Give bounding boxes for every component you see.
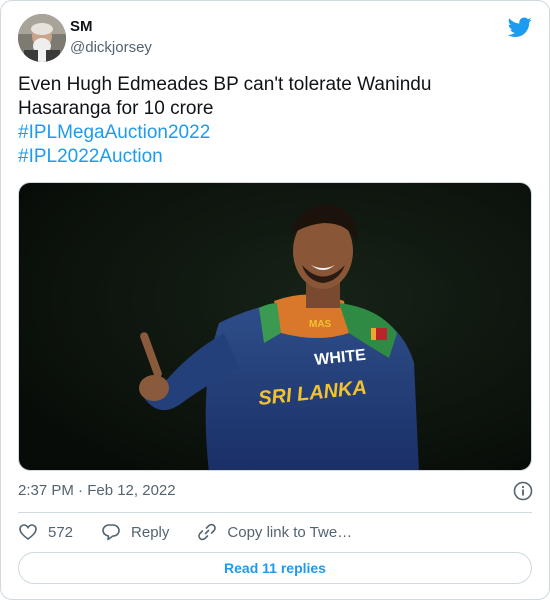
tweet-text-line: Even Hugh Edmeades BP can't tolerate Wan…: [18, 74, 432, 95]
copy-link-button[interactable]: Copy link to Twe…: [197, 522, 352, 542]
jersey-sponsor-text: MAS: [309, 319, 332, 330]
tweet-photo[interactable]: WHITE SRI LANKA MAS: [18, 182, 532, 471]
twitter-bird-icon[interactable]: [508, 15, 532, 39]
tweet-text: Even Hugh Edmeades BP can't tolerate Wan…: [18, 73, 518, 169]
hashtag-link[interactable]: #IPLMegaAuction2022: [18, 121, 518, 145]
divider: [18, 512, 532, 513]
heart-icon: [19, 524, 37, 541]
tweet-card: SM @dickjorsey Even Hugh Edmeades BP can…: [0, 0, 550, 600]
tweet-text-line: Hasaranga for 10 crore: [18, 98, 214, 119]
cricketer-photo: WHITE SRI LANKA MAS: [19, 183, 531, 470]
reply-icon: [102, 524, 120, 541]
reply-label: Reply: [131, 523, 170, 541]
read-replies-button[interactable]: Read 11 replies: [18, 552, 532, 584]
reply-button[interactable]: Reply: [101, 522, 169, 542]
like-count: 572: [48, 523, 74, 541]
author-handle[interactable]: @dickjorsey: [70, 38, 152, 58]
like-button[interactable]: 572: [18, 522, 73, 542]
copy-link-label: Copy link to Twe…: [227, 523, 353, 541]
hashtag-link[interactable]: #IPL2022Auction: [18, 145, 518, 169]
avatar[interactable]: [18, 14, 66, 62]
link-icon: [198, 523, 217, 541]
action-bar: 572 Reply Copy link to Twe…: [18, 520, 380, 544]
author-name[interactable]: SM: [70, 17, 93, 37]
avatar-image: [18, 14, 66, 62]
info-icon[interactable]: [513, 481, 533, 501]
tweet-timestamp[interactable]: 2:37 PM · Feb 12, 2022: [18, 481, 176, 501]
